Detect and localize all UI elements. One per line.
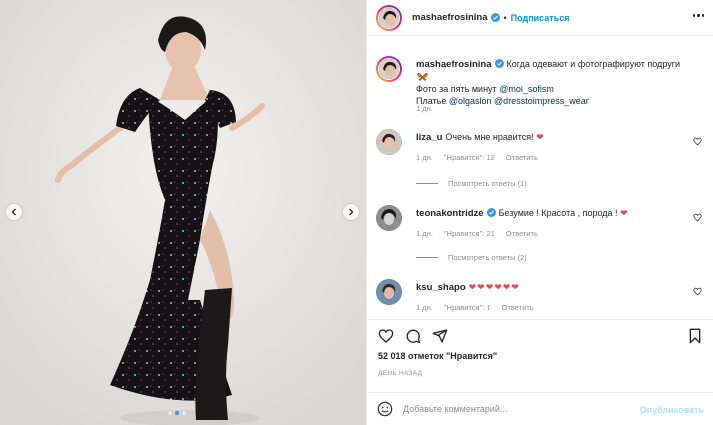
instagram-post: mashaefrosinina • Подписаться mashaefros… — [0, 0, 713, 425]
commenter-avatar[interactable] — [376, 205, 402, 231]
mention-link[interactable]: @olgaslon — [449, 96, 492, 106]
reply-button[interactable]: Ответить — [502, 303, 534, 312]
comment-text: Очень мне нравится! — [445, 132, 537, 142]
verified-badge-icon — [490, 13, 500, 22]
comment-time: 1 дн. — [416, 153, 433, 162]
follow-button[interactable]: Подписаться — [511, 13, 570, 23]
caption-text: Когда одевают и фотографируют подруги — [506, 59, 681, 69]
comment-body: teonakontridze Безумие ! Красота , порода… — [416, 207, 692, 220]
comment-input[interactable] — [403, 404, 633, 414]
view-replies-label: Посмотреть ответы (1) — [448, 179, 527, 188]
chevron-left-icon — [11, 208, 16, 216]
comment-composer: Опубликовать — [367, 392, 713, 425]
share-icon[interactable] — [432, 328, 448, 344]
header-separator: • — [503, 12, 507, 23]
reply-button[interactable]: Ответить — [506, 229, 538, 238]
comment-like-count[interactable]: "Нравится": 1 — [444, 303, 491, 312]
mention-link[interactable]: @dresstoimpress_wear — [494, 96, 589, 106]
heart-icon[interactable] — [378, 328, 394, 344]
reply-button[interactable]: Ответить — [506, 153, 538, 162]
emoji-icon[interactable] — [377, 401, 393, 417]
caption-line2-prefix: Фото за пять минут — [416, 84, 500, 94]
comment-like-count[interactable]: "Нравится": 12 — [444, 153, 495, 162]
caption-body: mashaefrosinina Когда одевают и фотографи… — [416, 58, 692, 107]
commenter-avatar[interactable] — [376, 129, 402, 155]
caption-meta: 1 дн. — [416, 104, 433, 113]
butterfly-icon — [417, 73, 428, 81]
comment-body: ksu_shapo ❤❤❤❤❤❤ — [416, 281, 692, 294]
carousel-prev-button[interactable] — [6, 204, 22, 220]
comment-meta: 1 дн. "Нравится": 1 Ответить — [416, 303, 534, 312]
mention-link[interactable]: @moi_sofism — [499, 84, 554, 94]
heart-emoji: ❤❤❤❤❤❤ — [468, 282, 520, 292]
replies-divider — [416, 257, 438, 258]
post-photo — [0, 0, 366, 425]
comment-icon[interactable] — [405, 328, 421, 344]
heart-emoji: ❤ — [536, 132, 544, 142]
carousel-indicator — [168, 411, 186, 415]
commenter-avatar[interactable] — [376, 279, 402, 305]
comment-username[interactable]: ksu_shapo — [416, 282, 466, 293]
heart-outline-icon[interactable] — [693, 137, 702, 146]
verified-badge-icon — [494, 59, 504, 68]
view-replies-button[interactable]: Посмотреть ответы (1) — [416, 179, 527, 188]
publish-button[interactable]: Опубликовать — [640, 405, 704, 415]
post-date[interactable]: ДЕНЬ НАЗАД — [378, 370, 422, 377]
post-media[interactable] — [0, 0, 366, 425]
comment-meta: 1 дн. "Нравится": 21 Ответить — [416, 229, 538, 238]
comment-like-count[interactable]: "Нравится": 21 — [444, 229, 495, 238]
replies-divider — [416, 183, 438, 184]
post-sidebar: mashaefrosinina • Подписаться mashaefros… — [366, 0, 713, 425]
author-username[interactable]: mashaefrosinina — [412, 12, 488, 23]
more-options-icon[interactable] — [692, 14, 704, 17]
carousel-next-button[interactable] — [343, 204, 359, 220]
carousel-dot — [168, 411, 172, 415]
comment-username[interactable]: liza_u — [416, 132, 442, 143]
heart-emoji: ❤ — [620, 208, 628, 218]
comment-body: liza_u Очень мне нравится! ❤ — [416, 131, 692, 144]
heart-outline-icon[interactable] — [693, 213, 702, 222]
carousel-dot — [182, 411, 186, 415]
comment-username[interactable]: teonakontridze — [416, 208, 484, 219]
post-header: mashaefrosinina • Подписаться — [367, 0, 713, 36]
view-replies-label: Посмотреть ответы (2) — [448, 253, 527, 262]
likes-count[interactable]: 52 018 отметок "Нравится" — [378, 351, 497, 361]
comment-time: 1 дн. — [416, 303, 433, 312]
author-avatar[interactable] — [376, 4, 402, 31]
caption-username[interactable]: mashaefrosinina — [416, 59, 492, 70]
bookmark-icon[interactable] — [687, 328, 703, 344]
comment-time: 1 дн. — [416, 229, 433, 238]
caption-time: 1 дн. — [416, 104, 433, 113]
caption-avatar[interactable] — [376, 56, 402, 82]
comment-meta: 1 дн. "Нравится": 12 Ответить — [416, 153, 538, 162]
comment-text: Безумие ! Красота , порода ! — [498, 208, 621, 218]
chevron-right-icon — [349, 208, 354, 216]
carousel-dot-active — [175, 411, 179, 415]
view-replies-button[interactable]: Посмотреть ответы (2) — [416, 253, 527, 262]
heart-outline-icon[interactable] — [693, 287, 702, 296]
verified-badge-icon — [486, 208, 496, 217]
post-actions — [367, 319, 713, 349]
